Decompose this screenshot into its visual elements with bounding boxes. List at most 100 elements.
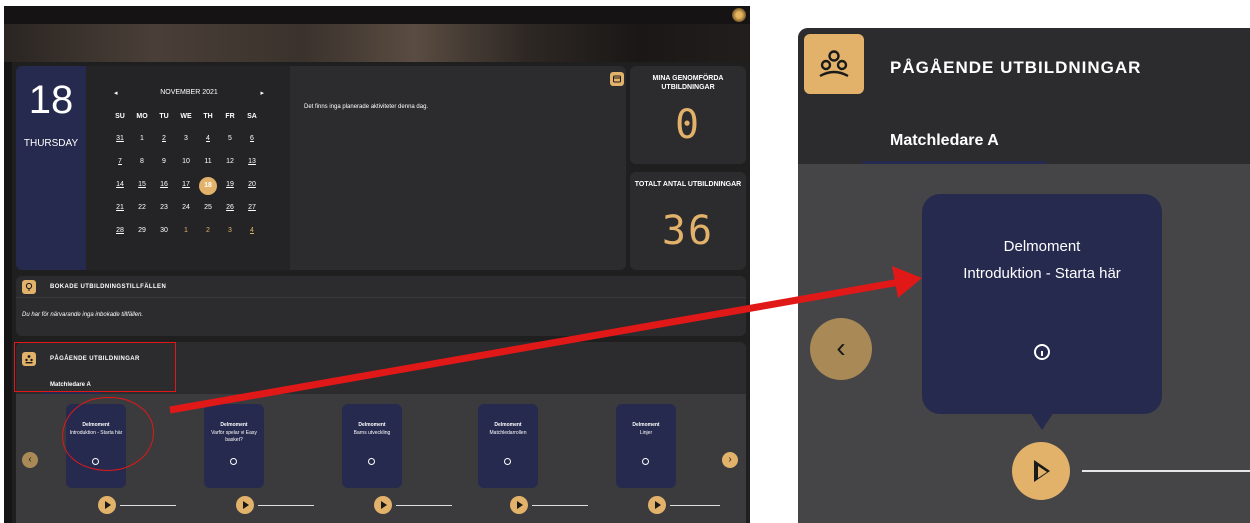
people-group-icon [804, 34, 864, 94]
calendar-day-next-month[interactable]: 2 [200, 227, 216, 234]
calendar-day[interactable]: 12 [222, 158, 238, 165]
weekday-header: TH [203, 113, 213, 120]
timeline-line [258, 505, 314, 506]
calendar-day[interactable]: 8 [134, 158, 150, 165]
calendar-day[interactable]: 31 [112, 135, 128, 142]
module-kicker: Delmoment [1003, 238, 1081, 255]
info-icon[interactable] [1034, 344, 1050, 360]
calendar-week: 31 1 2 3 4 5 6 [112, 135, 262, 147]
info-icon[interactable] [230, 458, 237, 465]
calendar-day[interactable]: 22 [134, 204, 150, 211]
weekday-header: SU [115, 113, 125, 120]
booked-title: BOKADE UTBILDNINGSTILLFÄLLEN [50, 284, 167, 290]
calendar-day[interactable]: 13 [244, 158, 260, 165]
calendar-day[interactable]: 17 [178, 181, 194, 188]
calendar-day[interactable]: 5 [222, 135, 238, 142]
calendar-day[interactable]: 4 [200, 135, 216, 142]
timeline-line [1082, 470, 1250, 472]
zoomed-detail: PÅGÅENDE UTBILDNINGAR Matchledare A ‹ De… [798, 28, 1250, 523]
completed-trainings-counter: MINA GENOMFÖRDA UTBILDNINGAR 0 [630, 66, 746, 164]
weekday-header: TU [159, 113, 169, 120]
no-activities-message: Det finns inga planerade aktiviteter den… [304, 104, 429, 110]
weekday-header: SA [247, 113, 257, 120]
module-kicker: Delmoment [632, 422, 660, 428]
calendar-day[interactable]: 23 [156, 204, 172, 211]
module-card-zoomed[interactable]: Delmoment Introduktion - Starta här [922, 194, 1162, 414]
module-title: Varför spelar vi Easy basket? [211, 430, 257, 443]
play-icon[interactable] [236, 496, 254, 514]
calendar-day[interactable]: 1 [134, 135, 150, 142]
info-icon[interactable] [368, 458, 375, 465]
booked-empty-message: Du har för närvarande inga inbokade till… [22, 312, 144, 318]
calendar-day[interactable]: 15 [134, 181, 150, 188]
calendar-day[interactable]: 30 [156, 227, 172, 234]
carousel-next-button[interactable]: › [722, 452, 738, 468]
calendar-day-next-month[interactable]: 3 [222, 227, 238, 234]
calendar-card: 18 THURSDAY ◂ NOVEMBER 2021 ▸ SU MO TU W… [16, 66, 626, 270]
hero-banner [4, 6, 750, 62]
counter-value: 0 [674, 102, 702, 148]
calendar-icon[interactable] [610, 72, 624, 86]
booked-sessions-card: BOKADE UTBILDNINGSTILLFÄLLEN Du har för … [16, 276, 746, 336]
module-title: Barns utveckling [353, 430, 391, 436]
play-icon[interactable] [1012, 442, 1070, 500]
module-card[interactable]: Delmoment Barns utveckling [342, 404, 402, 488]
timeline-line [396, 505, 452, 506]
calendar-grid: ◂ NOVEMBER 2021 ▸ SU MO TU WE TH FR SA 3… [86, 66, 290, 270]
booked-header: BOKADE UTBILDNINGSTILLFÄLLEN [16, 276, 746, 298]
tab-matchledare-a[interactable]: Matchledare A [890, 132, 999, 150]
module-card[interactable]: Delmoment Linjer [616, 404, 676, 488]
card-pointer [1030, 412, 1054, 430]
calendar-week: 21 22 23 24 25 26 27 [112, 204, 262, 216]
calendar-week: 14 15 16 17 18 19 20 [112, 177, 262, 195]
calendar-day[interactable]: 11 [200, 158, 216, 165]
calendar-day[interactable]: 16 [156, 181, 172, 188]
counter-label: TOTALT ANTAL UTBILDNINGAR [634, 181, 742, 188]
calendar-day[interactable]: 20 [244, 181, 260, 188]
calendar-day[interactable]: 24 [178, 204, 194, 211]
calendar-day[interactable]: 25 [200, 204, 216, 211]
calendar-day[interactable]: 14 [112, 181, 128, 188]
calendar-day[interactable]: 26 [222, 204, 238, 211]
play-icon[interactable] [98, 496, 116, 514]
calendar-day[interactable]: 9 [156, 158, 172, 165]
info-icon[interactable] [642, 458, 649, 465]
calendar-day[interactable]: 2 [156, 135, 172, 142]
calendar-day-next-month[interactable]: 4 [244, 227, 260, 234]
weekday-header: MO [136, 113, 148, 120]
calendar-day[interactable]: 3 [178, 135, 194, 142]
calendar-day[interactable]: 10 [178, 158, 194, 165]
calendar-day-selected[interactable]: 18 [199, 177, 217, 195]
calendar-day[interactable]: 19 [222, 181, 238, 188]
module-kicker: Delmoment [494, 422, 522, 428]
play-icon[interactable] [510, 496, 528, 514]
selected-date-panel: 18 THURSDAY [16, 66, 86, 270]
active-tab-indicator [862, 161, 1046, 164]
carousel-prev-button[interactable]: ‹ [22, 452, 38, 468]
module-title: Matchledarrollen [489, 430, 527, 436]
carousel-prev-button[interactable]: ‹ [810, 318, 872, 380]
module-card[interactable]: Delmoment Varför spelar vi Easy basket? [204, 404, 264, 488]
calendar-day[interactable]: 27 [244, 204, 260, 211]
module-card[interactable]: Delmoment Matchledarrollen [478, 404, 538, 488]
counter-value: 36 [661, 208, 715, 254]
calendar-day-next-month[interactable]: 1 [178, 227, 194, 234]
calendar-day[interactable]: 7 [112, 158, 128, 165]
play-icon[interactable] [648, 496, 666, 514]
selected-day-number: 18 [28, 78, 74, 122]
calendar-day[interactable]: 29 [134, 227, 150, 234]
weekday-header: WE [180, 113, 192, 120]
calendar-day[interactable]: 21 [112, 204, 128, 211]
screenshot-stage: 18 THURSDAY ◂ NOVEMBER 2021 ▸ SU MO TU W… [0, 0, 1250, 523]
club-logo-icon[interactable] [732, 8, 746, 22]
calendar-day[interactable]: 28 [112, 227, 128, 234]
info-icon[interactable] [504, 458, 511, 465]
play-icon[interactable] [374, 496, 392, 514]
calendar-month-label: NOVEMBER 2021 [160, 89, 218, 96]
next-month-button[interactable]: ▸ [260, 89, 264, 97]
calendar-week: 28 29 30 1 2 3 4 [112, 227, 262, 239]
location-pin-icon [22, 280, 36, 294]
zoom-header: PÅGÅENDE UTBILDNINGAR [798, 28, 1250, 108]
counter-label: MINA GENOMFÖRDA UTBILDNINGAR [652, 75, 724, 91]
calendar-day[interactable]: 6 [244, 135, 260, 142]
